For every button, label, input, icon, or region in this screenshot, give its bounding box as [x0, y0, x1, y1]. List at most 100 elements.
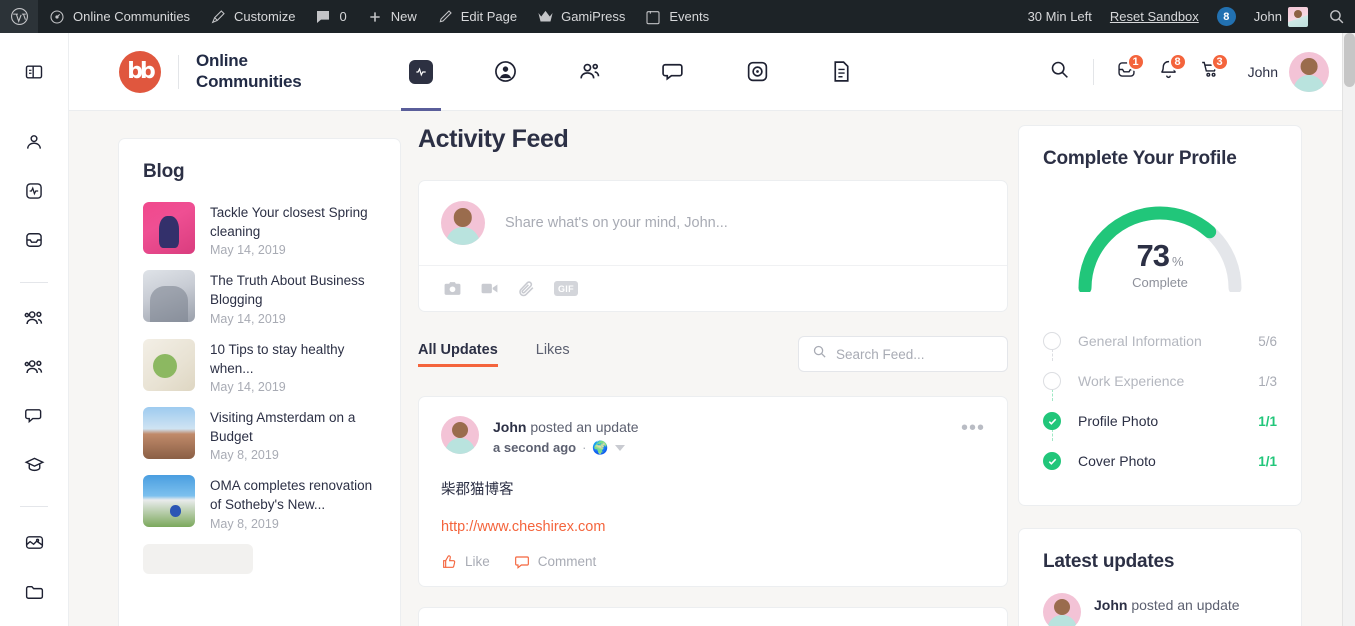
profile-progress-gauge: 73% Complete [1069, 192, 1251, 295]
sidebar-item-inbox[interactable] [17, 226, 51, 259]
checklist-item-cover-photo[interactable]: Cover Photo 1/1 [1043, 441, 1277, 481]
ellipsis-icon[interactable]: ••• [961, 416, 985, 438]
edit-page-label: Edit Page [460, 9, 518, 24]
blog-more-button[interactable] [143, 543, 253, 574]
cart-badge: 3 [1210, 52, 1229, 71]
activity-composer[interactable]: Share what's on your mind, John... GIF [418, 180, 1008, 312]
chevron-down-icon[interactable] [614, 445, 625, 452]
post-link[interactable]: http://www.cheshirex.com [441, 519, 985, 535]
nav-messages[interactable] [631, 33, 715, 111]
composer-input-row[interactable]: Share what's on your mind, John... [419, 181, 1007, 265]
camera-icon[interactable] [443, 279, 462, 298]
profile-checklist: General Information 5/6 Work Experience … [1043, 321, 1277, 481]
user-circle-icon [493, 59, 518, 84]
post-byline: John posted an update [493, 417, 639, 438]
search-icon [812, 344, 827, 364]
sidebar-item-members[interactable] [17, 304, 51, 337]
sidebar-item-documents[interactable] [17, 577, 51, 610]
list-item[interactable]: The Truth About Business Blogging May 14… [143, 270, 376, 326]
groups-icon [23, 356, 45, 383]
admin-search-button[interactable] [1317, 0, 1355, 33]
list-item[interactable]: Tackle Your closest Spring cleaning May … [143, 202, 376, 257]
page-content: Blog Tackle Your closest Spring cleaning… [69, 111, 1355, 626]
edit-page-menu[interactable]: Edit Page [426, 0, 526, 33]
like-button[interactable]: Like [441, 554, 490, 570]
new-content-menu[interactable]: New [356, 0, 426, 33]
account-username: John [1253, 9, 1282, 24]
list-item[interactable]: Visiting Amsterdam on a Budget May 8, 20… [143, 406, 376, 462]
blog-post-title: 10 Tips to stay healthy when... [210, 341, 345, 376]
checklist-item-profile-photo[interactable]: Profile Photo 1/1 [1043, 401, 1277, 441]
sidebar-item-activity[interactable] [17, 177, 51, 210]
video-icon[interactable] [480, 279, 499, 298]
list-item[interactable]: OMA completes renovation of Sotheby's Ne… [143, 475, 376, 531]
paintbrush-icon [208, 7, 228, 27]
nav-documents[interactable] [799, 33, 883, 111]
checklist-label: General Information [1078, 333, 1202, 349]
sidebar-item-courses[interactable] [17, 450, 51, 483]
checklist-count: 1/3 [1258, 373, 1277, 389]
composer-toolbar: GIF [419, 265, 1007, 311]
post-action: posted an update [530, 419, 639, 435]
notifications-button[interactable]: 8 [1150, 52, 1188, 91]
comments-menu[interactable]: 0 [304, 0, 355, 33]
sidebar-item-dashboard[interactable] [17, 58, 51, 91]
nav-photos[interactable] [715, 33, 799, 111]
sandbox-timer: 30 Min Left [1019, 0, 1101, 33]
post-timestamp[interactable]: a second ago [493, 438, 576, 459]
latest-updates-widget: Latest updates John posted an update [1018, 528, 1302, 626]
customize-menu[interactable]: Customize [199, 0, 304, 33]
avatar [1043, 593, 1081, 626]
events-menu[interactable]: Events [634, 0, 718, 33]
post-author[interactable]: John [493, 419, 526, 435]
latest-update-action: posted an update [1131, 597, 1240, 613]
connector-line [1051, 349, 1054, 361]
wordpress-logo-menu[interactable] [0, 0, 38, 33]
paperclip-icon[interactable] [517, 279, 536, 298]
reset-sandbox-button[interactable]: Reset Sandbox [1101, 0, 1208, 33]
checklist-label: Work Experience [1078, 373, 1185, 389]
search-feed-input[interactable]: Search Feed... [798, 336, 1008, 372]
comment-label: Comment [537, 554, 597, 570]
tab-all-updates[interactable]: All Updates [418, 342, 498, 367]
primary-navigation [379, 33, 883, 111]
sidebar-item-forums[interactable] [17, 402, 51, 435]
checklist-item-work-experience[interactable]: Work Experience 1/3 [1043, 361, 1277, 401]
nav-members[interactable] [547, 33, 631, 111]
checklist-label: Cover Photo [1078, 453, 1156, 469]
header-search-button[interactable] [1041, 53, 1079, 91]
gamipress-menu[interactable]: GamiPress [526, 0, 634, 33]
nav-profile[interactable] [463, 33, 547, 111]
post-separator: · [582, 440, 587, 455]
tab-likes[interactable]: Likes [536, 342, 570, 367]
gif-icon[interactable]: GIF [554, 281, 578, 296]
points-menu[interactable]: 8 [1208, 0, 1245, 33]
site-logo[interactable]: bb Online Communities [119, 50, 302, 93]
list-item[interactable]: 10 Tips to stay healthy when... May 14, … [143, 338, 376, 394]
page-scrollbar[interactable] [1342, 33, 1355, 626]
comment-button[interactable]: Comment [514, 554, 597, 570]
nav-activity[interactable] [379, 33, 463, 111]
header-user-menu[interactable]: John [1248, 51, 1329, 92]
sidebar-item-photos[interactable] [17, 528, 51, 561]
pencil-icon [435, 7, 455, 27]
activity-post-next [418, 606, 1008, 626]
messages-button[interactable]: 1 [1108, 52, 1146, 91]
sidebar-item-groups[interactable] [17, 353, 51, 386]
chat-bubble-icon [24, 405, 45, 431]
checklist-item-general-information[interactable]: General Information 5/6 [1043, 321, 1277, 361]
cart-button[interactable]: 3 [1192, 52, 1230, 91]
search-icon [1049, 59, 1070, 85]
avatar[interactable] [441, 416, 479, 454]
sidebar-item-profile[interactable] [17, 128, 51, 161]
activity-feed-column: Activity Feed Share what's on your mind,… [418, 125, 1008, 626]
avatar [1289, 51, 1329, 92]
avatar [441, 201, 485, 245]
account-menu[interactable]: John [1245, 0, 1317, 33]
site-name-menu[interactable]: Online Communities [38, 0, 199, 33]
list-item[interactable]: John posted an update [1043, 593, 1277, 626]
scrollbar-thumb[interactable] [1344, 33, 1355, 87]
blog-widget: Blog Tackle Your closest Spring cleaning… [118, 138, 401, 626]
dashboard-icon [47, 7, 67, 27]
activity-pulse-icon [409, 59, 434, 84]
